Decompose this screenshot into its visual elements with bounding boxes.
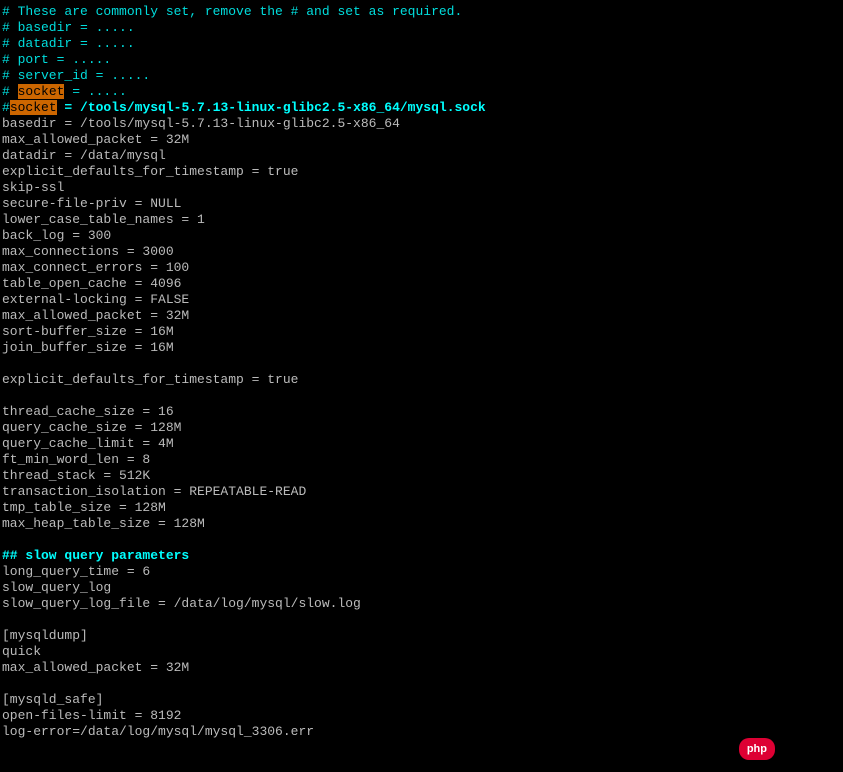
- config-line: # datadir = .....: [2, 36, 841, 52]
- config-line: explicit_defaults_for_timestamp = true: [2, 164, 841, 180]
- config-line: transaction_isolation = REPEATABLE-READ: [2, 484, 841, 500]
- config-line: [mysqld_safe]: [2, 692, 841, 708]
- config-line: tmp_table_size = 128M: [2, 500, 841, 516]
- config-line: query_cache_limit = 4M: [2, 436, 841, 452]
- config-line: ft_min_word_len = 8: [2, 452, 841, 468]
- config-line: slow_query_log_file = /data/log/mysql/sl…: [2, 596, 841, 612]
- config-line: max_allowed_packet = 32M: [2, 660, 841, 676]
- config-line: log-error=/data/log/mysql/mysql_3306.err: [2, 724, 841, 740]
- search-highlight: socket: [10, 100, 57, 115]
- config-line: thread_stack = 512K: [2, 468, 841, 484]
- config-line: long_query_time = 6: [2, 564, 841, 580]
- config-line: [mysqldump]: [2, 628, 841, 644]
- config-line: # basedir = .....: [2, 20, 841, 36]
- config-line: [2, 532, 841, 548]
- config-line: # port = .....: [2, 52, 841, 68]
- config-line: ## slow query parameters: [2, 548, 841, 564]
- config-line: skip-ssl: [2, 180, 841, 196]
- config-line: datadir = /data/mysql: [2, 148, 841, 164]
- watermark-badge: php: [739, 738, 775, 760]
- config-line: secure-file-priv = NULL: [2, 196, 841, 212]
- config-line: max_connect_errors = 100: [2, 260, 841, 276]
- config-line: explicit_defaults_for_timestamp = true: [2, 372, 841, 388]
- config-line: max_heap_table_size = 128M: [2, 516, 841, 532]
- config-line: slow_query_log: [2, 580, 841, 596]
- config-line: [2, 388, 841, 404]
- search-highlight: socket: [18, 84, 65, 99]
- config-line: # These are commonly set, remove the # a…: [2, 4, 841, 20]
- config-line: external-locking = FALSE: [2, 292, 841, 308]
- config-line: thread_cache_size = 16: [2, 404, 841, 420]
- config-line: lower_case_table_names = 1: [2, 212, 841, 228]
- config-line: max_allowed_packet = 32M: [2, 132, 841, 148]
- config-line: [2, 356, 841, 372]
- config-line: [2, 612, 841, 628]
- config-line: query_cache_size = 128M: [2, 420, 841, 436]
- config-line: max_allowed_packet = 32M: [2, 308, 841, 324]
- config-line: table_open_cache = 4096: [2, 276, 841, 292]
- config-line: basedir = /tools/mysql-5.7.13-linux-glib…: [2, 116, 841, 132]
- config-line: open-files-limit = 8192: [2, 708, 841, 724]
- config-line: join_buffer_size = 16M: [2, 340, 841, 356]
- config-line: # socket = .....: [2, 84, 841, 100]
- config-line: # server_id = .....: [2, 68, 841, 84]
- config-line: back_log = 300: [2, 228, 841, 244]
- config-line: sort-buffer_size = 16M: [2, 324, 841, 340]
- config-line: max_connections = 3000: [2, 244, 841, 260]
- terminal-config-file-view: # These are commonly set, remove the # a…: [2, 4, 841, 740]
- config-line: #socket = /tools/mysql-5.7.13-linux-glib…: [2, 100, 841, 116]
- config-line: [2, 676, 841, 692]
- config-line: quick: [2, 644, 841, 660]
